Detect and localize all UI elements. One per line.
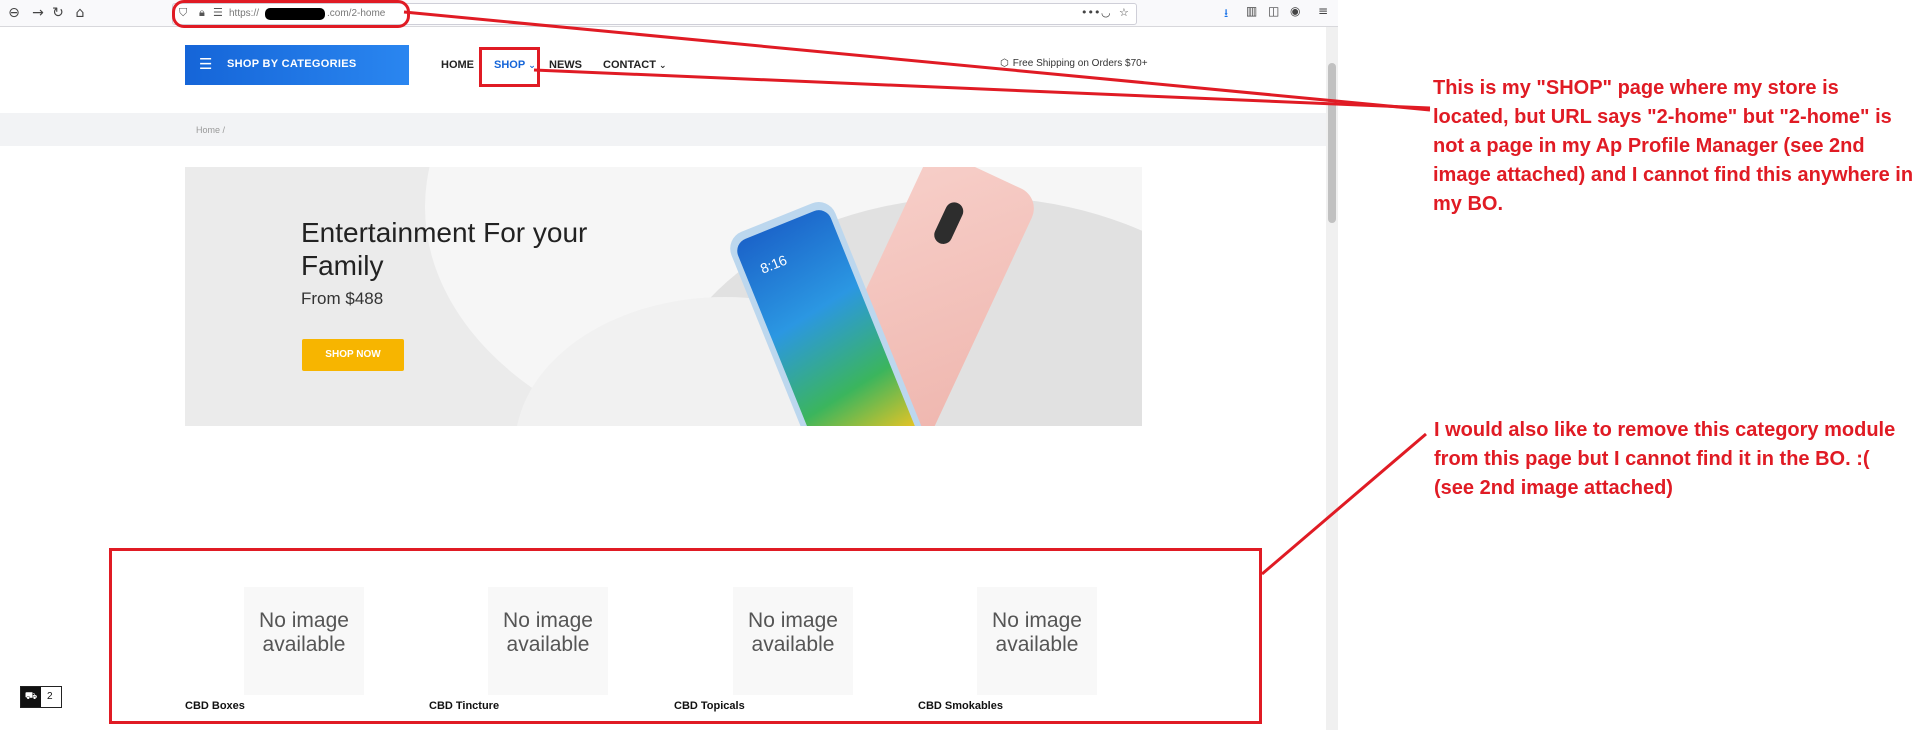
annotation-arrow — [403, 10, 1431, 112]
annotation-arrow — [533, 68, 1431, 110]
annotation-text-bottom: I would also like to remove this categor… — [1434, 419, 1896, 499]
annotation-text-top: This is my "SHOP" page where my store is… — [1433, 77, 1914, 215]
annotation-arrow — [1261, 432, 1427, 576]
